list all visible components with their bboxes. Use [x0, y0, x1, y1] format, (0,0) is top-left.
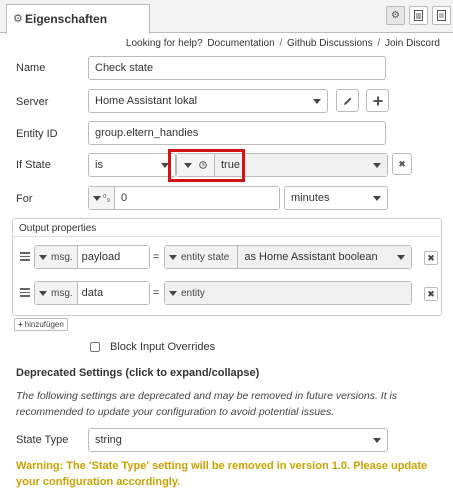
- value-type: entity: [181, 287, 205, 299]
- documentation-link[interactable]: Documentation: [207, 38, 274, 49]
- property-name[interactable]: payload: [77, 246, 149, 268]
- chevron-down-icon: [373, 195, 381, 201]
- chevron-down-icon: [169, 254, 177, 260]
- state-type-warning: Warning: The 'State Type' setting will b…: [16, 460, 428, 488]
- remove-row-button[interactable]: ✖: [424, 251, 438, 265]
- add-property-button[interactable]: + hinzufügen: [14, 318, 68, 331]
- chevron-down-icon: [373, 437, 381, 443]
- msg-prefix: msg.: [51, 251, 73, 263]
- file-icon: [437, 10, 446, 21]
- deprecated-settings-toggle[interactable]: Deprecated Settings (click to expand/col…: [16, 367, 259, 379]
- description-tab-button[interactable]: [409, 6, 428, 25]
- property-field[interactable]: msg. data: [34, 281, 150, 305]
- server-label: Server: [16, 96, 49, 108]
- value-field[interactable]: entity: [164, 281, 412, 305]
- for-value: 0: [121, 192, 128, 204]
- appearance-tab-button[interactable]: [432, 6, 451, 25]
- document-icon: [414, 10, 423, 21]
- remove-state-button[interactable]: ✖: [392, 153, 412, 175]
- value-type-selector[interactable]: entity state: [165, 246, 239, 268]
- plus-icon: +: [18, 320, 23, 329]
- output-properties-title: Output properties: [19, 223, 97, 234]
- equals-sign: =: [153, 287, 160, 299]
- type-selector[interactable]: ⁰₉: [89, 187, 115, 209]
- value-field[interactable]: entity state as Home Assistant boolean: [164, 245, 412, 269]
- chevron-down-icon: [39, 290, 47, 296]
- server-select[interactable]: Home Assistant lokal: [88, 89, 328, 113]
- gear-icon: ⚙: [13, 13, 23, 25]
- pencil-icon: [343, 97, 351, 105]
- chevron-down-icon: [169, 290, 177, 296]
- chevron-down-icon: [92, 195, 101, 201]
- msg-prefix: msg.: [51, 287, 73, 299]
- type-selector[interactable]: msg.: [35, 246, 78, 268]
- chevron-down-icon: [397, 254, 405, 260]
- name-label: Name: [16, 62, 46, 74]
- divider: [12, 236, 442, 237]
- help-links: Looking for help? Documentation / Github…: [125, 38, 441, 49]
- entity-id-input[interactable]: group.eltern_handies: [88, 121, 386, 145]
- server-value: Home Assistant lokal: [95, 95, 198, 107]
- github-link[interactable]: Github Discussions: [287, 38, 373, 49]
- equals-sign: =: [153, 251, 160, 263]
- help-separator: /: [377, 38, 381, 49]
- type-selector[interactable]: msg.: [35, 282, 78, 304]
- for-label: For: [16, 193, 33, 205]
- plus-icon: [373, 96, 382, 105]
- if-state-operator: is: [95, 159, 103, 171]
- drag-handle-icon[interactable]: [20, 287, 30, 298]
- add-server-button[interactable]: [366, 89, 389, 112]
- chevron-down-icon: [373, 162, 381, 168]
- drag-handle-icon[interactable]: [20, 251, 30, 262]
- edit-server-button[interactable]: [336, 89, 359, 112]
- value-select[interactable]: as Home Assistant boolean: [238, 246, 411, 268]
- block-input-overrides-label: Block Input Overrides: [110, 341, 216, 353]
- for-value-input[interactable]: 0: [115, 187, 279, 209]
- state-type-select[interactable]: string: [88, 428, 388, 452]
- remove-row-button[interactable]: ✖: [424, 287, 438, 301]
- number-type-icon: ⁰₉: [102, 192, 111, 203]
- for-unit: minutes: [291, 192, 330, 204]
- for-value-field[interactable]: ⁰₉ 0: [88, 186, 280, 210]
- chevron-down-icon: [313, 98, 321, 104]
- settings-tab-button[interactable]: ⚙: [386, 6, 405, 25]
- value-type-selector[interactable]: entity: [165, 282, 411, 304]
- name-input[interactable]: Check state: [88, 56, 386, 80]
- state-type-label: State Type: [16, 434, 69, 446]
- close-icon: ✖: [427, 288, 435, 299]
- help-separator: /: [279, 38, 283, 49]
- if-state-label: If State: [16, 159, 51, 171]
- tab-properties[interactable]: ⚙ Eigenschaften: [6, 4, 150, 34]
- value-type: entity state: [181, 251, 230, 263]
- block-input-overrides-checkbox[interactable]: [90, 342, 100, 352]
- property-field[interactable]: msg. payload: [34, 245, 150, 269]
- for-unit-select[interactable]: minutes: [284, 186, 388, 210]
- close-icon: ✖: [427, 252, 435, 263]
- add-label: hinzufügen: [24, 320, 64, 329]
- discord-link[interactable]: Join Discord: [385, 38, 440, 49]
- value-option: as Home Assistant boolean: [244, 251, 378, 263]
- help-prefix: Looking for help?: [125, 38, 203, 49]
- gear-icon: ⚙: [391, 10, 400, 21]
- highlight-box: [168, 149, 245, 182]
- if-state-operator-select[interactable]: is: [88, 153, 176, 177]
- close-icon: ✖: [398, 158, 406, 169]
- property-name[interactable]: data: [77, 282, 149, 304]
- entity-id-label: Entity ID: [16, 128, 58, 140]
- deprecated-description: The following settings are deprecated an…: [16, 390, 398, 418]
- chevron-down-icon: [39, 254, 47, 260]
- tab-title: Eigenschaften: [25, 12, 108, 26]
- state-type-value: string: [95, 434, 122, 446]
